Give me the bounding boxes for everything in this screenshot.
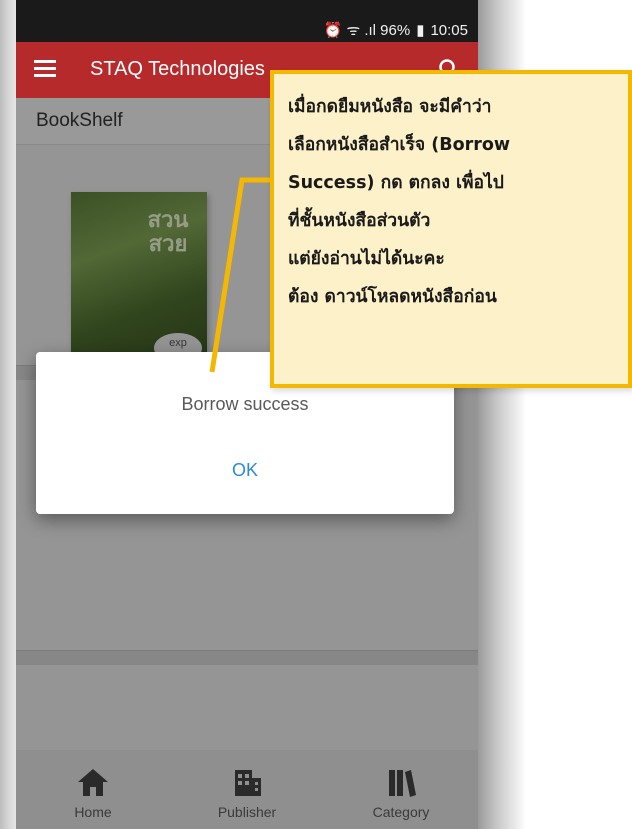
ok-button[interactable]: OK xyxy=(215,454,275,486)
books-icon xyxy=(389,770,416,797)
battery-icon: ▮ xyxy=(416,22,425,39)
frame-shadow-left xyxy=(0,0,16,829)
callout-text: เมื่อกดยืมหนังสือ จะมีคำว่า เลือกหนังสือ… xyxy=(288,88,626,316)
callout-line: ต้อง ดาวน์โหลดหนังสือก่อน xyxy=(288,287,497,307)
building-icon xyxy=(235,770,261,796)
nav-home[interactable]: Home xyxy=(16,750,170,829)
nav-category-label: Category xyxy=(372,804,430,820)
home-icon xyxy=(78,769,108,796)
nav-publisher[interactable]: Publisher xyxy=(170,750,324,829)
status-indicators: ⏰ ᯤ .ıl 96% xyxy=(323,22,411,39)
nav-category[interactable]: Category xyxy=(324,750,478,829)
callout-line: เมื่อกดยืมหนังสือ จะมีคำว่า xyxy=(288,97,492,117)
dialog-message: Borrow success xyxy=(181,394,309,414)
callout-line: Success) กด ตกลง เพื่อไป xyxy=(288,173,504,193)
callout-line: แต่ยังอ่านไม่ได้นะคะ xyxy=(288,249,445,269)
status-time: 10:05 xyxy=(430,21,468,39)
annotation-callout: เมื่อกดยืมหนังสือ จะมีคำว่า เลือกหนังสือ… xyxy=(270,70,632,388)
callout-line: เลือกหนังสือสำเร็จ (Borrow xyxy=(288,135,511,155)
menu-icon[interactable] xyxy=(34,60,56,78)
app-title: STAQ Technologies xyxy=(90,58,265,80)
nav-home-label: Home xyxy=(74,804,112,820)
status-bar: ⏰ ᯤ .ıl 96% ▮ 10:05 xyxy=(16,0,478,42)
callout-line: ที่ชั้นหนังสือส่วนตัว xyxy=(288,211,431,231)
bottom-navigation: Home Publisher Category xyxy=(16,750,478,829)
nav-publisher-label: Publisher xyxy=(217,804,277,820)
